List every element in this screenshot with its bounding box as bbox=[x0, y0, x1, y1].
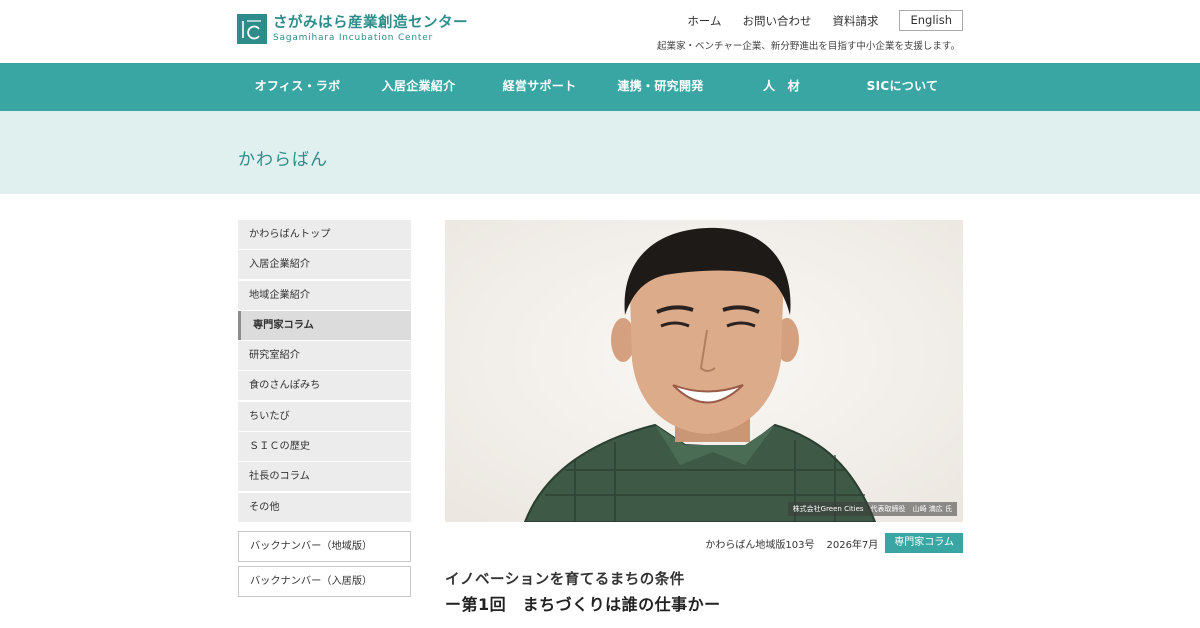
home-link[interactable]: ホーム bbox=[687, 11, 721, 31]
nav-collaboration-rd[interactable]: 連携・研究開発 bbox=[600, 63, 721, 111]
sidebar-item-other[interactable]: その他 bbox=[238, 492, 411, 522]
issue-date: 2026年7月 bbox=[826, 539, 879, 551]
main-nav: オフィス・ラボ 入居企業紹介 経営サポート 連携・研究開発 人 材 SICについ… bbox=[0, 63, 1200, 111]
site-logo[interactable]: さがみはら産業創造センター Sagamihara Incubation Cent… bbox=[237, 14, 468, 44]
sidebar-item-local-companies[interactable]: 地域企業紹介 bbox=[238, 280, 411, 310]
backnumber-tenant-button[interactable]: バックナンバー（入居版） bbox=[238, 565, 411, 597]
sidebar-item-expert-column[interactable]: 専門家コラム bbox=[238, 310, 411, 340]
page-title-band bbox=[0, 111, 1200, 194]
sidebar: かわらばんトップ 入居企業紹介 地域企業紹介 専門家コラム 研究室紹介 食のさん… bbox=[238, 220, 411, 597]
nav-business-support[interactable]: 経営サポート bbox=[479, 63, 600, 111]
sidebar-item-kawaraban-top[interactable]: かわらばんトップ bbox=[238, 220, 411, 249]
nav-human-resources[interactable]: 人 材 bbox=[721, 63, 842, 111]
portrait-illustration bbox=[445, 220, 963, 522]
tagline: 起業家・ベンチャー企業、新分野進出を目指す中小企業を支援します。 bbox=[657, 41, 960, 52]
article-meta: かわらばん地域版103号 2026年7月 専門家コラム bbox=[705, 533, 963, 553]
nav-tenant-companies[interactable]: 入居企業紹介 bbox=[358, 63, 479, 111]
article-subtitle: ー第1回 まちづくりは誰の仕事かー bbox=[445, 595, 721, 614]
sidebar-item-president-column[interactable]: 社長のコラム bbox=[238, 462, 411, 492]
nav-about-sic[interactable]: SICについて bbox=[842, 63, 963, 111]
article-title: イノベーションを育てるまちの条件 bbox=[445, 572, 685, 588]
logo-english-name: Sagamihara Incubation Center bbox=[273, 33, 434, 43]
sidebar-item-sic-history[interactable]: ＳＩＣの歴史 bbox=[238, 432, 411, 462]
article-hero-photo: 株式会社Green Cities 代表取締役 山崎 満広 氏 bbox=[445, 220, 963, 522]
sidebar-item-tenant-companies[interactable]: 入居企業紹介 bbox=[238, 250, 411, 280]
photo-credit: 株式会社Green Cities 代表取締役 山崎 満広 氏 bbox=[787, 502, 957, 516]
sidebar-item-laboratories[interactable]: 研究室紹介 bbox=[238, 341, 411, 371]
backnumber-regional-button[interactable]: バックナンバー（地域版） bbox=[238, 530, 411, 562]
sidebar-item-food-walk[interactable]: 食のさんぽみち bbox=[238, 371, 411, 401]
site-header: さがみはら産業創造センター Sagamihara Incubation Cent… bbox=[0, 0, 1200, 63]
sic-logo-icon bbox=[237, 14, 267, 44]
issue-label: かわらばん地域版103号 bbox=[705, 539, 815, 551]
brochure-request-link[interactable]: 資料請求 bbox=[832, 11, 878, 31]
nav-office-lab[interactable]: オフィス・ラボ bbox=[237, 63, 358, 111]
logo-japanese-name: さがみはら産業創造センター bbox=[273, 15, 468, 31]
sidebar-item-local-trips[interactable]: ちいたび bbox=[238, 401, 411, 431]
contact-link[interactable]: お問い合わせ bbox=[742, 11, 811, 31]
english-button[interactable]: English bbox=[899, 10, 963, 31]
category-badge[interactable]: 専門家コラム bbox=[885, 533, 963, 553]
page-title: かわらばん bbox=[238, 150, 328, 170]
utility-nav: ホーム お問い合わせ 資料請求 English bbox=[666, 10, 963, 31]
